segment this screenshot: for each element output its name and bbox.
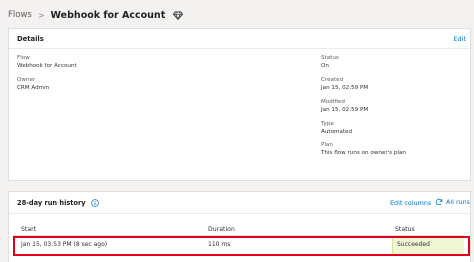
edit-details-link[interactable]: Edit (453, 35, 466, 43)
run-history-title: 28-day run history (17, 199, 86, 207)
breadcrumb-flows-link[interactable]: Flows (8, 10, 32, 20)
flow-value: Webhook for Account (17, 63, 77, 69)
owner-label: Owner (17, 77, 36, 83)
plan-value: This flow runs on owner's plan (321, 150, 406, 156)
run-start-cell[interactable]: Jan 15, 03:53 PM (8 sec ago) (21, 241, 107, 248)
owner-field: Owner CRM Admin (17, 76, 49, 92)
details-card: Details Edit Flow Webhook for Account Ow… (8, 28, 471, 181)
all-runs-link[interactable]: All runs (435, 198, 470, 206)
type-value: Automated (321, 129, 353, 135)
type-field: Type Automated (321, 120, 352, 136)
status-field: Status On (321, 54, 339, 70)
run-duration-cell: 110 ms (208, 241, 231, 248)
run-history-header: 28-day run history (17, 199, 99, 207)
breadcrumb: Flows > Webhook for Account (8, 7, 184, 23)
owner-value: CRM Admin (17, 85, 50, 91)
column-header-duration[interactable]: Duration (208, 226, 235, 233)
status-value: On (321, 63, 329, 69)
info-icon[interactable] (90, 199, 99, 207)
modified-field: Modified Jan 15, 02:59 PM (321, 98, 368, 114)
column-header-start[interactable]: Start (21, 226, 36, 233)
diamond-icon (173, 11, 184, 20)
modified-label: Modified (321, 99, 345, 105)
run-history-divider (9, 213, 470, 214)
details-divider (9, 48, 470, 49)
refresh-icon (435, 198, 443, 206)
type-label: Type (321, 121, 334, 127)
created-label: Created (321, 77, 344, 83)
created-value: Jan 15, 02:59 PM (321, 85, 369, 91)
all-runs-label: All runs (446, 198, 471, 206)
status-badge: Succeeded (392, 236, 464, 254)
created-field: Created Jan 15, 02:59 PM (321, 76, 368, 92)
status-label: Status (321, 55, 339, 61)
plan-field: Plan This flow runs on owner's plan (321, 141, 406, 157)
run-history-card: 28-day run history Edit columns All runs… (8, 191, 471, 262)
edit-columns-link[interactable]: Edit columns (390, 199, 431, 207)
column-header-status[interactable]: Status (395, 226, 415, 233)
flow-field: Flow Webhook for Account (17, 54, 77, 70)
table-row[interactable]: Jan 15, 03:53 PM (8 sec ago) 110 ms Succ… (13, 236, 468, 254)
breadcrumb-separator: > (37, 10, 45, 20)
plan-label: Plan (321, 142, 333, 148)
modified-value: Jan 15, 02:59 PM (321, 107, 369, 113)
flow-label: Flow (17, 55, 30, 61)
details-title: Details (17, 35, 44, 43)
page-title: Webhook for Account (50, 9, 166, 21)
